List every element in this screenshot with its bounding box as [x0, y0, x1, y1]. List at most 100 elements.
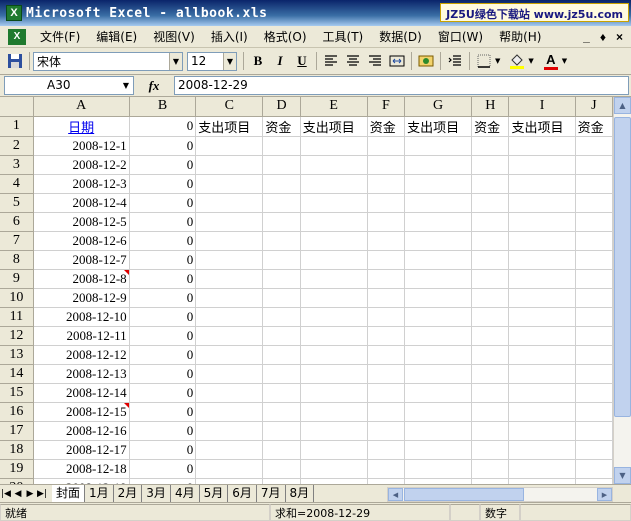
cell-empty[interactable] — [300, 136, 368, 156]
cell-empty[interactable] — [508, 288, 576, 308]
cell-value[interactable]: 0 — [129, 402, 197, 422]
cell-empty[interactable] — [262, 440, 301, 460]
cell-empty[interactable] — [367, 383, 406, 403]
cell-empty[interactable] — [471, 364, 510, 384]
chevron-down-icon[interactable]: ▼ — [495, 57, 500, 65]
cell-empty[interactable] — [300, 307, 368, 327]
sheet-tab-apr[interactable]: 4月 — [170, 485, 200, 502]
cell-empty[interactable] — [471, 174, 510, 194]
cell-empty[interactable] — [300, 459, 368, 479]
cell-date-header-link[interactable]: 日期 — [33, 116, 130, 137]
cell-empty[interactable] — [471, 421, 510, 441]
cell-empty[interactable] — [508, 212, 576, 232]
cell-expense-item[interactable]: 支出项目 — [404, 116, 473, 137]
cell-empty[interactable] — [262, 421, 301, 441]
cell-empty[interactable] — [471, 155, 510, 175]
cell-empty[interactable] — [508, 250, 576, 270]
row-header[interactable]: 15 — [0, 383, 34, 403]
cell-value[interactable]: 0 — [129, 269, 197, 289]
cell-empty[interactable] — [575, 155, 613, 175]
menu-data[interactable]: 数据(D) — [371, 27, 430, 47]
cell-value[interactable]: 0 — [129, 212, 197, 232]
cell-date[interactable]: 2008-12-9 — [33, 288, 130, 308]
cell-date[interactable]: 2008-12-2 — [33, 155, 130, 175]
cell-empty[interactable] — [471, 440, 510, 460]
cell-empty[interactable] — [508, 459, 576, 479]
scroll-thumb[interactable] — [614, 117, 631, 417]
cell-empty[interactable] — [300, 212, 368, 232]
cell-empty[interactable] — [575, 174, 613, 194]
cell-empty[interactable] — [367, 307, 406, 327]
cell-empty[interactable] — [262, 231, 301, 251]
column-header-g[interactable]: G — [404, 97, 473, 117]
cell-empty[interactable] — [300, 345, 368, 365]
cell-empty[interactable] — [508, 174, 576, 194]
cell-empty[interactable] — [471, 269, 510, 289]
cell-empty[interactable] — [262, 326, 301, 346]
cell-empty[interactable] — [508, 421, 576, 441]
cell-empty[interactable] — [195, 364, 264, 384]
cell-empty[interactable] — [575, 231, 613, 251]
cell-empty[interactable] — [575, 250, 613, 270]
cell-value[interactable]: 0 — [129, 231, 197, 251]
cell-empty[interactable] — [262, 459, 301, 479]
cell-empty[interactable] — [508, 136, 576, 156]
cell-value[interactable]: 0 — [129, 174, 197, 194]
cell-empty[interactable] — [367, 136, 406, 156]
row-header[interactable]: 3 — [0, 155, 34, 175]
column-header-b[interactable]: B — [129, 97, 197, 117]
cell-empty[interactable] — [404, 364, 473, 384]
cell-empty[interactable] — [404, 174, 473, 194]
font-size-select[interactable]: 12 ▼ — [187, 51, 237, 71]
cell-empty[interactable] — [575, 288, 613, 308]
cell-empty[interactable] — [262, 269, 301, 289]
cell-empty[interactable] — [195, 193, 264, 213]
cell-empty[interactable] — [367, 459, 406, 479]
menu-tools[interactable]: 工具(T) — [315, 27, 372, 47]
cell-empty[interactable] — [195, 326, 264, 346]
cell-value[interactable]: 0 — [129, 288, 197, 308]
cell-date[interactable]: 2008-12-11 — [33, 326, 130, 346]
sheet-tab-jul[interactable]: 7月 — [256, 485, 286, 502]
cell-empty[interactable] — [195, 288, 264, 308]
cell-empty[interactable] — [262, 136, 301, 156]
minimize-button[interactable]: _ — [583, 30, 590, 44]
row-header[interactable]: 2 — [0, 136, 34, 156]
cell-empty[interactable] — [404, 269, 473, 289]
cell-empty[interactable] — [300, 250, 368, 270]
cell-empty[interactable] — [300, 364, 368, 384]
cell-empty[interactable] — [575, 307, 613, 327]
name-box[interactable]: A30 ▼ — [4, 76, 134, 95]
cell-date[interactable]: 2008-12-4 — [33, 193, 130, 213]
cell-empty[interactable] — [300, 421, 368, 441]
cell-empty[interactable] — [404, 193, 473, 213]
underline-button[interactable]: U — [291, 50, 313, 72]
row-header[interactable]: 7 — [0, 231, 34, 251]
cell-empty[interactable] — [367, 421, 406, 441]
font-color-button[interactable]: A — [540, 50, 562, 72]
cell-value[interactable]: 0 — [129, 421, 197, 441]
cell-empty[interactable] — [195, 345, 264, 365]
row-header[interactable]: 12 — [0, 326, 34, 346]
cell-value[interactable]: 0 — [129, 345, 197, 365]
cell-empty[interactable] — [575, 421, 613, 441]
sheet-tab-aug[interactable]: 8月 — [285, 485, 315, 502]
first-sheet-icon[interactable]: |◀ — [0, 489, 12, 499]
cell-value[interactable]: 0 — [129, 250, 197, 270]
cell-empty[interactable] — [367, 212, 406, 232]
cell-empty[interactable] — [300, 269, 368, 289]
cell-empty[interactable] — [404, 402, 473, 422]
scroll-left-icon[interactable]: ◀ — [388, 488, 403, 501]
menu-edit[interactable]: 编辑(E) — [88, 27, 145, 47]
cell-empty[interactable] — [471, 193, 510, 213]
row-header[interactable]: 11 — [0, 307, 34, 327]
cell-empty[interactable] — [471, 136, 510, 156]
cell-funds[interactable]: 资金 — [575, 116, 613, 137]
cell-empty[interactable] — [575, 326, 613, 346]
row-header[interactable]: 5 — [0, 193, 34, 213]
prev-sheet-icon[interactable]: ◀ — [12, 489, 24, 499]
close-button[interactable]: × — [616, 30, 623, 44]
cell-empty[interactable] — [300, 402, 368, 422]
cell-empty[interactable] — [367, 440, 406, 460]
cell-empty[interactable] — [471, 231, 510, 251]
